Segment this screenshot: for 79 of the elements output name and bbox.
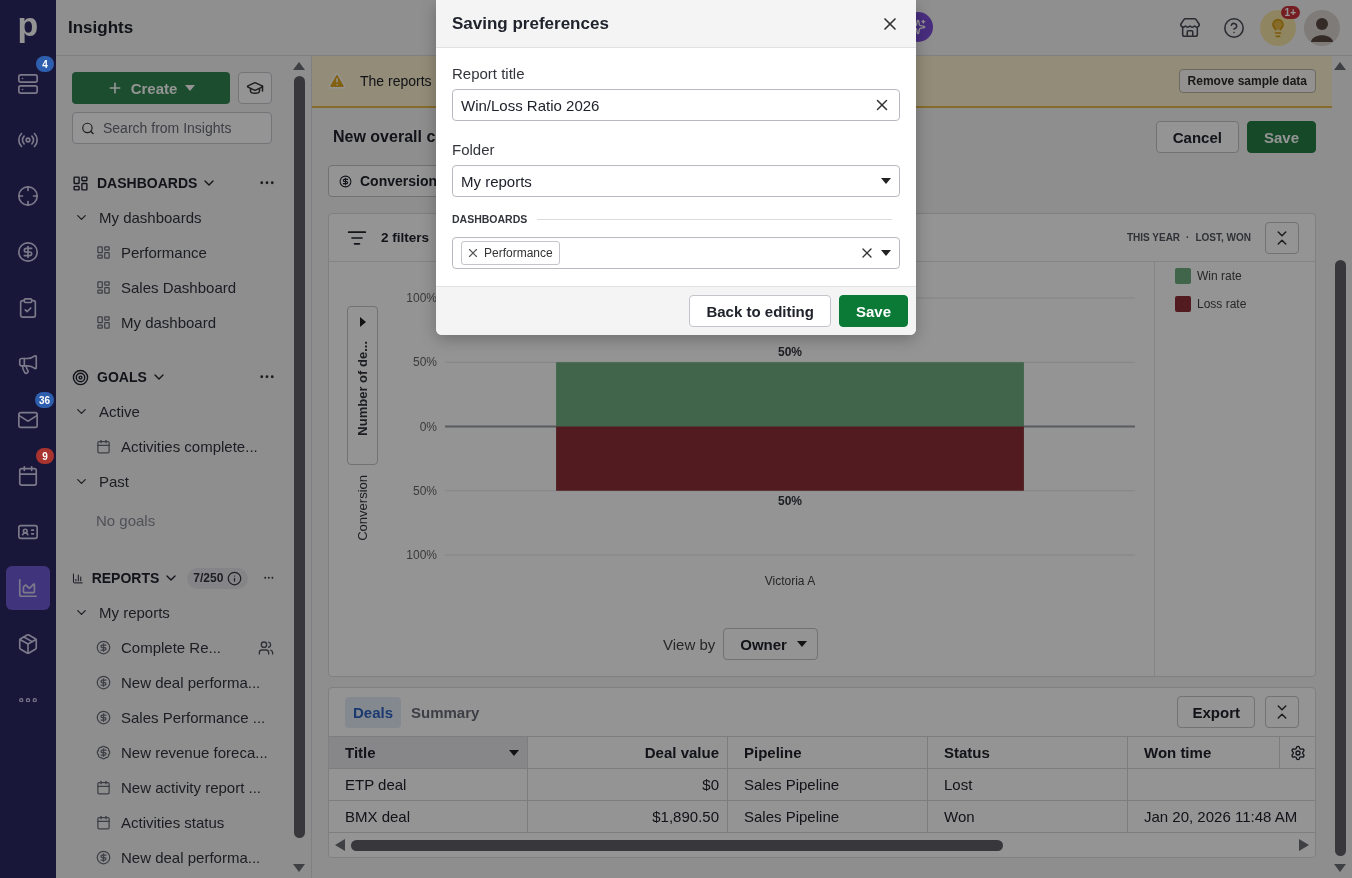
bar-value-label: 50% xyxy=(778,345,802,360)
tick-label: 0% xyxy=(419,419,437,434)
tab[interactable]: Deals xyxy=(345,696,402,728)
select-field[interactable]: My reports xyxy=(452,165,900,197)
column-header[interactable]: Deal value xyxy=(528,736,728,769)
status-label: LOST, WON xyxy=(1195,232,1251,243)
table-cell: Sales Pipeline xyxy=(744,776,840,793)
search-box[interactable]: Search from Insights xyxy=(72,112,272,144)
count-badge: 36 xyxy=(34,392,54,408)
tick-label: 50% xyxy=(412,355,437,370)
table-cell: BMX deal xyxy=(345,808,411,825)
export-button[interactable]: Export xyxy=(1177,696,1255,728)
section-header[interactable]: GOALS xyxy=(97,369,167,385)
folder-item[interactable]: Past xyxy=(72,464,274,499)
text-field[interactable]: Win/Loss Ratio 2026 xyxy=(452,89,900,121)
table-cell: ETP deal xyxy=(345,776,407,793)
separator-dot: · xyxy=(1186,232,1190,243)
sidebar-item[interactable]: New deal performa... xyxy=(72,665,274,700)
field-label: Folder xyxy=(452,141,496,158)
count-badge: 4 xyxy=(36,56,54,72)
folder-item[interactable]: My reports xyxy=(72,595,274,630)
section-label: DASHBOARDS xyxy=(452,213,528,225)
tab[interactable]: Summary xyxy=(403,696,488,728)
sidebar-item[interactable]: Sales Dashboard xyxy=(72,270,274,305)
axis-measure-selector[interactable]: Number of de... xyxy=(347,306,378,465)
table-cell: $1,890.50 xyxy=(652,808,719,825)
field-label: Report title xyxy=(452,65,526,82)
column-header[interactable]: Title xyxy=(329,736,528,769)
period-label: THIS YEAR xyxy=(1126,232,1181,243)
page-title: Insights xyxy=(68,17,134,38)
input-field[interactable]: Win/Loss Ratio 2026 xyxy=(461,91,867,119)
legend-label: Win rate xyxy=(1197,269,1242,283)
sidebar-item[interactable]: My dashboard xyxy=(72,305,274,340)
tick-label: 50% xyxy=(412,483,437,498)
remove-sample-data-button[interactable]: Remove sample data xyxy=(1178,69,1316,93)
sidebar-item[interactable]: Activities complete... xyxy=(72,429,274,464)
dialog-title: Saving preferences xyxy=(452,13,610,34)
column-header[interactable]: Pipeline xyxy=(728,736,928,769)
cancel-button[interactable]: Cancel xyxy=(1155,121,1239,153)
view-by-dropdown[interactable]: Owner xyxy=(723,628,818,660)
logo[interactable]: p xyxy=(0,0,56,56)
column-header[interactable]: Won time xyxy=(1128,736,1280,769)
empty-text: No goals xyxy=(95,510,157,531)
view-by-label: View by xyxy=(663,635,716,653)
sidebar-item[interactable]: Activities status xyxy=(72,805,274,840)
report-count: 7/250 xyxy=(187,567,249,589)
folder-item[interactable]: Active xyxy=(72,394,274,429)
bar-value-label: 50% xyxy=(778,493,802,508)
count-badge: 9 xyxy=(36,448,54,464)
sidebar-item[interactable]: New activity report ... xyxy=(72,770,274,805)
column-header[interactable]: Status xyxy=(928,736,1128,769)
save-button[interactable]: Save xyxy=(1246,121,1316,153)
folder-item[interactable]: My dashboards xyxy=(72,200,274,235)
sidebar-item[interactable]: Performance xyxy=(72,235,274,270)
create-button[interactable]: Create xyxy=(72,72,230,104)
table-cell: $0 xyxy=(702,776,719,793)
sidebar-item[interactable]: Complete Re... xyxy=(72,630,274,665)
category-label: Victoria A xyxy=(764,574,816,588)
save-button[interactable]: Save xyxy=(838,295,908,327)
banner-text: The reports xyxy=(360,73,432,89)
selected-tag[interactable]: Performance xyxy=(461,241,560,265)
search-field[interactable]: Search from Insights xyxy=(103,114,263,142)
sidebar-item[interactable]: New deal performa... xyxy=(72,840,274,875)
legend-label: Loss rate xyxy=(1197,297,1247,311)
table-cell: Won xyxy=(944,808,975,825)
sidebar-item[interactable]: Sales Performance ... xyxy=(72,700,274,735)
table-cell: Jan 20, 2026 11:48 AM xyxy=(1144,808,1298,825)
table-cell: Sales Pipeline xyxy=(744,808,840,825)
sidebar-item[interactable]: New revenue foreca... xyxy=(72,735,274,770)
tick-label: 100% xyxy=(406,548,437,562)
axis-title: Conversion xyxy=(355,475,370,541)
tick-label: 100% xyxy=(406,291,437,305)
table-cell: Lost xyxy=(944,776,973,793)
notification-badge: 1+ xyxy=(1280,5,1300,19)
back-button[interactable]: Back to editing xyxy=(689,295,831,327)
section-header[interactable]: REPORTS xyxy=(91,570,180,586)
multi-select-field[interactable]: Performance xyxy=(452,237,900,269)
report-title: New overall c xyxy=(333,128,437,146)
section-header[interactable]: DASHBOARDS xyxy=(97,175,218,191)
